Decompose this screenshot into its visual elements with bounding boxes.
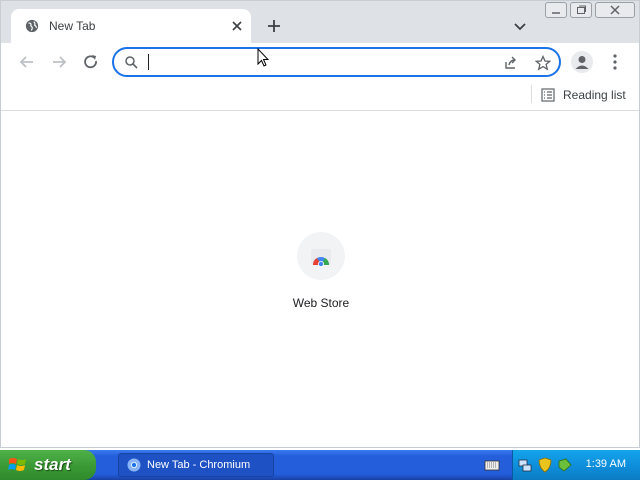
star-icon[interactable] bbox=[535, 55, 551, 71]
shortcut-web-store[interactable]: Web Store bbox=[281, 232, 361, 322]
back-arrow-icon[interactable] bbox=[18, 53, 36, 71]
taskbar-item-label: New Tab - Chromium bbox=[147, 459, 251, 471]
address-input[interactable] bbox=[146, 52, 486, 72]
tab-title: New Tab bbox=[49, 19, 96, 33]
toolbar bbox=[1, 43, 639, 81]
taskbar-item-chromium[interactable]: New Tab - Chromium bbox=[118, 453, 274, 477]
mouse-cursor-icon bbox=[257, 48, 269, 67]
close-window-button[interactable] bbox=[595, 2, 635, 18]
tab-strip: New Tab bbox=[1, 1, 639, 43]
divider bbox=[531, 85, 532, 103]
search-icon bbox=[125, 56, 138, 69]
reading-list-icon bbox=[541, 88, 555, 102]
minimize-button[interactable] bbox=[545, 2, 567, 18]
security-shield-icon[interactable] bbox=[537, 457, 553, 473]
start-label: start bbox=[34, 455, 71, 474]
reading-list-button[interactable]: Reading list bbox=[541, 84, 626, 106]
restore-icon bbox=[577, 5, 586, 14]
chromium-icon bbox=[127, 458, 141, 472]
plus-icon[interactable] bbox=[266, 18, 282, 34]
new-tab-page: Web Store bbox=[1, 112, 639, 447]
kebab-menu-icon[interactable] bbox=[607, 53, 623, 71]
text-caret bbox=[148, 54, 149, 70]
reload-icon[interactable] bbox=[82, 53, 100, 71]
windows-logo-icon bbox=[8, 458, 26, 471]
system-tray: 1:39 AM bbox=[512, 450, 640, 480]
reading-list-label: Reading list bbox=[563, 88, 626, 102]
maximize-button[interactable] bbox=[570, 2, 592, 18]
update-icon[interactable] bbox=[557, 457, 573, 473]
close-icon[interactable] bbox=[229, 18, 245, 34]
tab-new-tab[interactable]: New Tab bbox=[11, 9, 251, 43]
close-icon bbox=[610, 5, 620, 15]
start-button[interactable]: start bbox=[0, 450, 96, 480]
shortcut-tile[interactable] bbox=[297, 232, 345, 280]
minimize-icon bbox=[552, 12, 560, 14]
network-icon[interactable] bbox=[517, 457, 533, 473]
keyboard-icon[interactable] bbox=[484, 458, 500, 472]
globe-icon bbox=[25, 19, 39, 33]
taskbar: start New Tab - Chromium 1:39 AM bbox=[0, 450, 640, 480]
share-icon[interactable] bbox=[503, 55, 519, 71]
chevron-down-icon[interactable] bbox=[513, 20, 527, 34]
clock: 1:39 AM bbox=[585, 458, 626, 470]
web-store-icon bbox=[311, 249, 331, 267]
address-bar[interactable] bbox=[112, 47, 561, 77]
bookmarks-bar: Reading list bbox=[1, 81, 639, 111]
shortcut-label: Web Store bbox=[292, 296, 350, 310]
forward-arrow-icon[interactable] bbox=[50, 53, 68, 71]
avatar-icon[interactable] bbox=[571, 51, 593, 73]
browser-window: New Tab Reading list Web Store bbox=[0, 0, 640, 448]
